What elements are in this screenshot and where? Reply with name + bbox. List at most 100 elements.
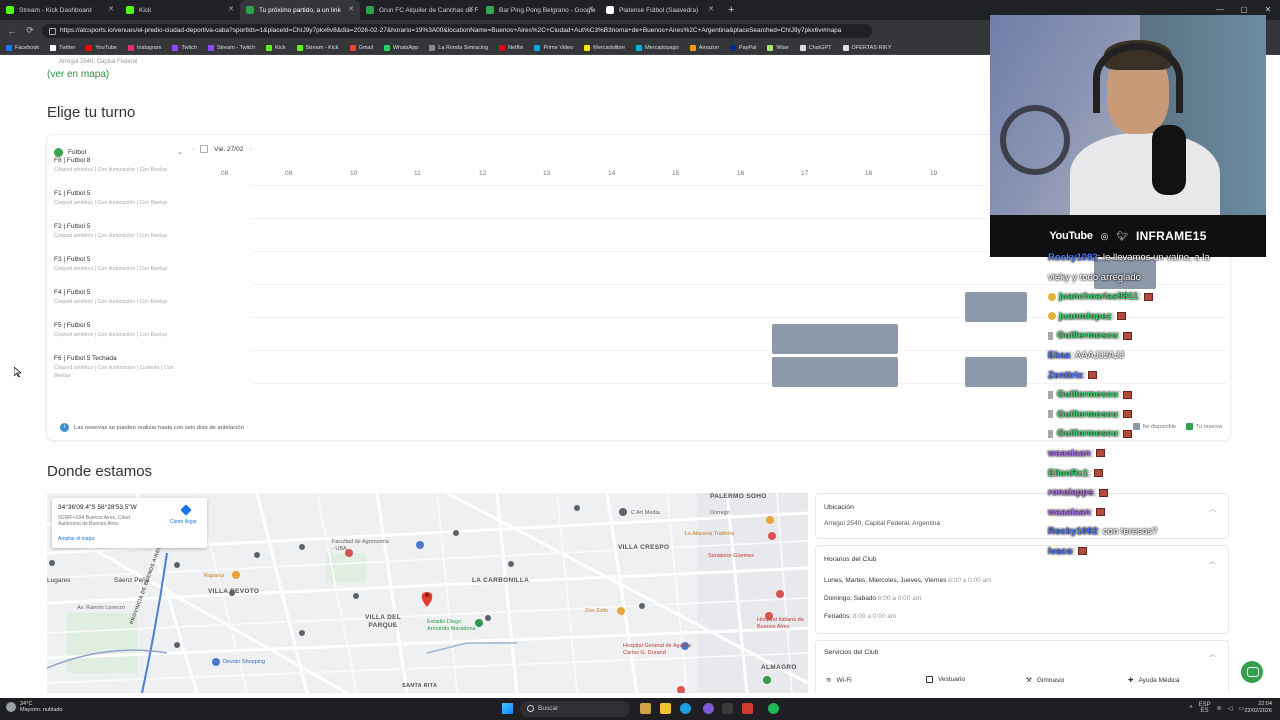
windows-start-icon[interactable]: [502, 703, 513, 714]
bookmark-item[interactable]: Twitch: [172, 44, 197, 51]
bookmark-item[interactable]: Stream - Twitch: [208, 44, 255, 51]
bookmark-item[interactable]: Mercadopago: [636, 44, 679, 51]
browser-tab[interactable]: Kick ✕: [120, 0, 240, 20]
horario-time: 8:00 a 0:00 am: [877, 595, 922, 602]
bookmark-item[interactable]: Netflix: [499, 44, 523, 51]
bookmark-item[interactable]: OFERTAS RIKY: [842, 44, 892, 51]
obs-icon[interactable]: [703, 703, 714, 714]
bookmark-item[interactable]: Prime Video: [534, 44, 573, 51]
como-llegar-link[interactable]: Cómo llegar: [170, 519, 197, 525]
bookmark-item[interactable]: Wise: [767, 44, 789, 51]
bookmark-item[interactable]: PayPal: [729, 44, 756, 51]
bookmark-favicon-icon: [86, 44, 93, 51]
directions-icon[interactable]: [180, 504, 192, 516]
tab-favicon-icon: [486, 6, 494, 14]
tab-label: Tu próximo partido, a un link: [259, 6, 341, 14]
tab-favicon-icon: [6, 6, 14, 14]
bookmark-item[interactable]: Mercadolibre: [584, 44, 625, 51]
battery-icon[interactable]: ▭: [1238, 705, 1244, 712]
close-tab-icon[interactable]: ✕: [228, 5, 234, 13]
court-description: Césped sintético | Con iluminación | Con…: [54, 233, 168, 239]
bookmark-item[interactable]: Instagram: [127, 44, 161, 51]
bookmark-item[interactable]: Amazon: [689, 44, 719, 51]
language-indicator[interactable]: ESP ES: [1199, 702, 1211, 714]
file-explorer-icon[interactable]: [640, 703, 651, 714]
bookmark-label: Stream - Kick: [305, 44, 339, 51]
close-tab-icon[interactable]: ✕: [468, 5, 474, 13]
new-tab-icon[interactable]: +: [728, 4, 734, 16]
ubicacion-title: Ubicación: [824, 504, 854, 511]
bookmark-item[interactable]: Twitter: [50, 44, 75, 51]
next-day-icon[interactable]: ›: [249, 146, 251, 153]
chat-badge-icon: [1048, 390, 1053, 399]
bookmark-item[interactable]: Kick: [266, 44, 286, 51]
ubicacion-value: Arregui 2540, Capital Federal, Argentina: [824, 520, 940, 527]
bookmark-favicon-icon: [584, 44, 591, 51]
close-tab-icon[interactable]: ✕: [348, 5, 354, 13]
map-label: Lugares: [47, 577, 71, 584]
bookmark-favicon-icon: [689, 44, 696, 51]
browser-tab[interactable]: Stream - Kick Dashboard ✕: [0, 0, 120, 20]
clock[interactable]: 22:04 22/02/2026: [1244, 701, 1272, 715]
browser-tab[interactable]: Bar Ping Pong Belgrano - Google ✕: [480, 0, 600, 20]
close-tab-icon[interactable]: ✕: [708, 5, 714, 13]
weather-widget[interactable]: 24°C Mayorm. nublado: [6, 701, 63, 713]
location-map[interactable]: PALERMO SOHO VILLA CRESPO LA CARBONILLA …: [47, 493, 808, 693]
selected-date[interactable]: Vie. 27/02: [214, 146, 243, 153]
folder-icon[interactable]: [660, 703, 671, 714]
close-tab-icon[interactable]: ✕: [108, 5, 114, 13]
browser-tab[interactable]: Grun FC Alquiler de Canchas de F ✕: [360, 0, 480, 20]
url-input[interactable]: https://atcsports.io/venues/el-predio-ci…: [42, 23, 872, 38]
microphone: [1152, 125, 1186, 195]
browser-tab[interactable]: Platense Fútbol (Saavedra) ✕: [600, 0, 720, 20]
bookmark-item[interactable]: ChatGPT: [799, 44, 832, 51]
volume-icon[interactable]: ◁: [1228, 705, 1233, 712]
horario-row: Domingo, Sabado 8:00 a 0:00 am: [824, 595, 921, 602]
bookmark-favicon-icon: [6, 44, 12, 51]
chat-text: : con teresos?: [1097, 526, 1158, 538]
horarios-title: Horarios del Club: [824, 556, 877, 563]
edge-icon[interactable]: [680, 703, 691, 714]
calendar-icon[interactable]: [200, 145, 209, 153]
bookmark-label: OFERTAS RIKY: [851, 44, 892, 51]
bookmark-favicon-icon: [296, 44, 303, 51]
chat-badge-icon: [1048, 312, 1056, 321]
ampliar-mapa-link[interactable]: Ampliar el mapa: [58, 536, 94, 542]
prev-day-icon[interactable]: ‹: [192, 146, 194, 153]
app-icon[interactable]: [742, 703, 753, 714]
wifi-tray-icon[interactable]: ≋: [1217, 705, 1222, 712]
stream-chat-overlay: Rocky1092: le llevamos un vaino, a la vie…: [1048, 252, 1258, 562]
map-label: Facultad de Agronomía - UBA: [332, 539, 389, 552]
ver-mapa-link[interactable]: (ver en mapa): [47, 69, 109, 80]
bookmark-item[interactable]: Stream - Kick: [296, 44, 339, 51]
tray-chevron-icon[interactable]: ˄: [1189, 705, 1193, 711]
close-tab-icon[interactable]: ✕: [588, 5, 594, 13]
service-label: Vestuario: [938, 676, 966, 683]
back-icon[interactable]: ←: [6, 26, 18, 36]
taskbar-search[interactable]: Buscar: [520, 701, 630, 717]
steam-icon[interactable]: [722, 703, 733, 714]
screen: Stream - Kick Dashboard ✕ Kick ✕ Tu próximo …: [0, 0, 1280, 720]
chat-username: ronaiapps: [1048, 487, 1094, 499]
browser-tab[interactable]: Tu próximo partido, a un link ✕: [240, 0, 360, 20]
reload-icon[interactable]: ⟳: [24, 25, 36, 36]
bookmark-item[interactable]: Gmail: [349, 44, 373, 51]
bookmark-favicon-icon: [383, 44, 390, 51]
chat-badge-icon: [1048, 292, 1056, 301]
bookmark-item[interactable]: WhatsApp: [383, 44, 418, 51]
chevron-up-icon[interactable]: ︿: [1209, 649, 1216, 659]
tab-favicon-icon: [246, 6, 254, 14]
chat-message: vieky y todo arreglado: [1048, 272, 1141, 283]
chat-message: juanchoarias9811:: [1048, 291, 1153, 302]
bookmark-item[interactable]: YouTube: [86, 44, 117, 51]
spotify-icon[interactable]: [768, 703, 779, 714]
bookmark-favicon-icon: [50, 44, 57, 51]
bookmark-item[interactable]: La Ronda Simracing: [429, 44, 488, 51]
bookmark-item[interactable]: Facebook: [6, 44, 39, 51]
chat-username: waaalaan: [1048, 448, 1091, 459]
chevron-down-icon[interactable]: ⌄: [177, 148, 183, 156]
chat-message: EllenRx1:: [1048, 468, 1103, 479]
map-label: PALERMO SOHO: [710, 493, 767, 500]
hour-label: 14: [608, 170, 616, 177]
support-chat-icon[interactable]: [1241, 661, 1263, 683]
